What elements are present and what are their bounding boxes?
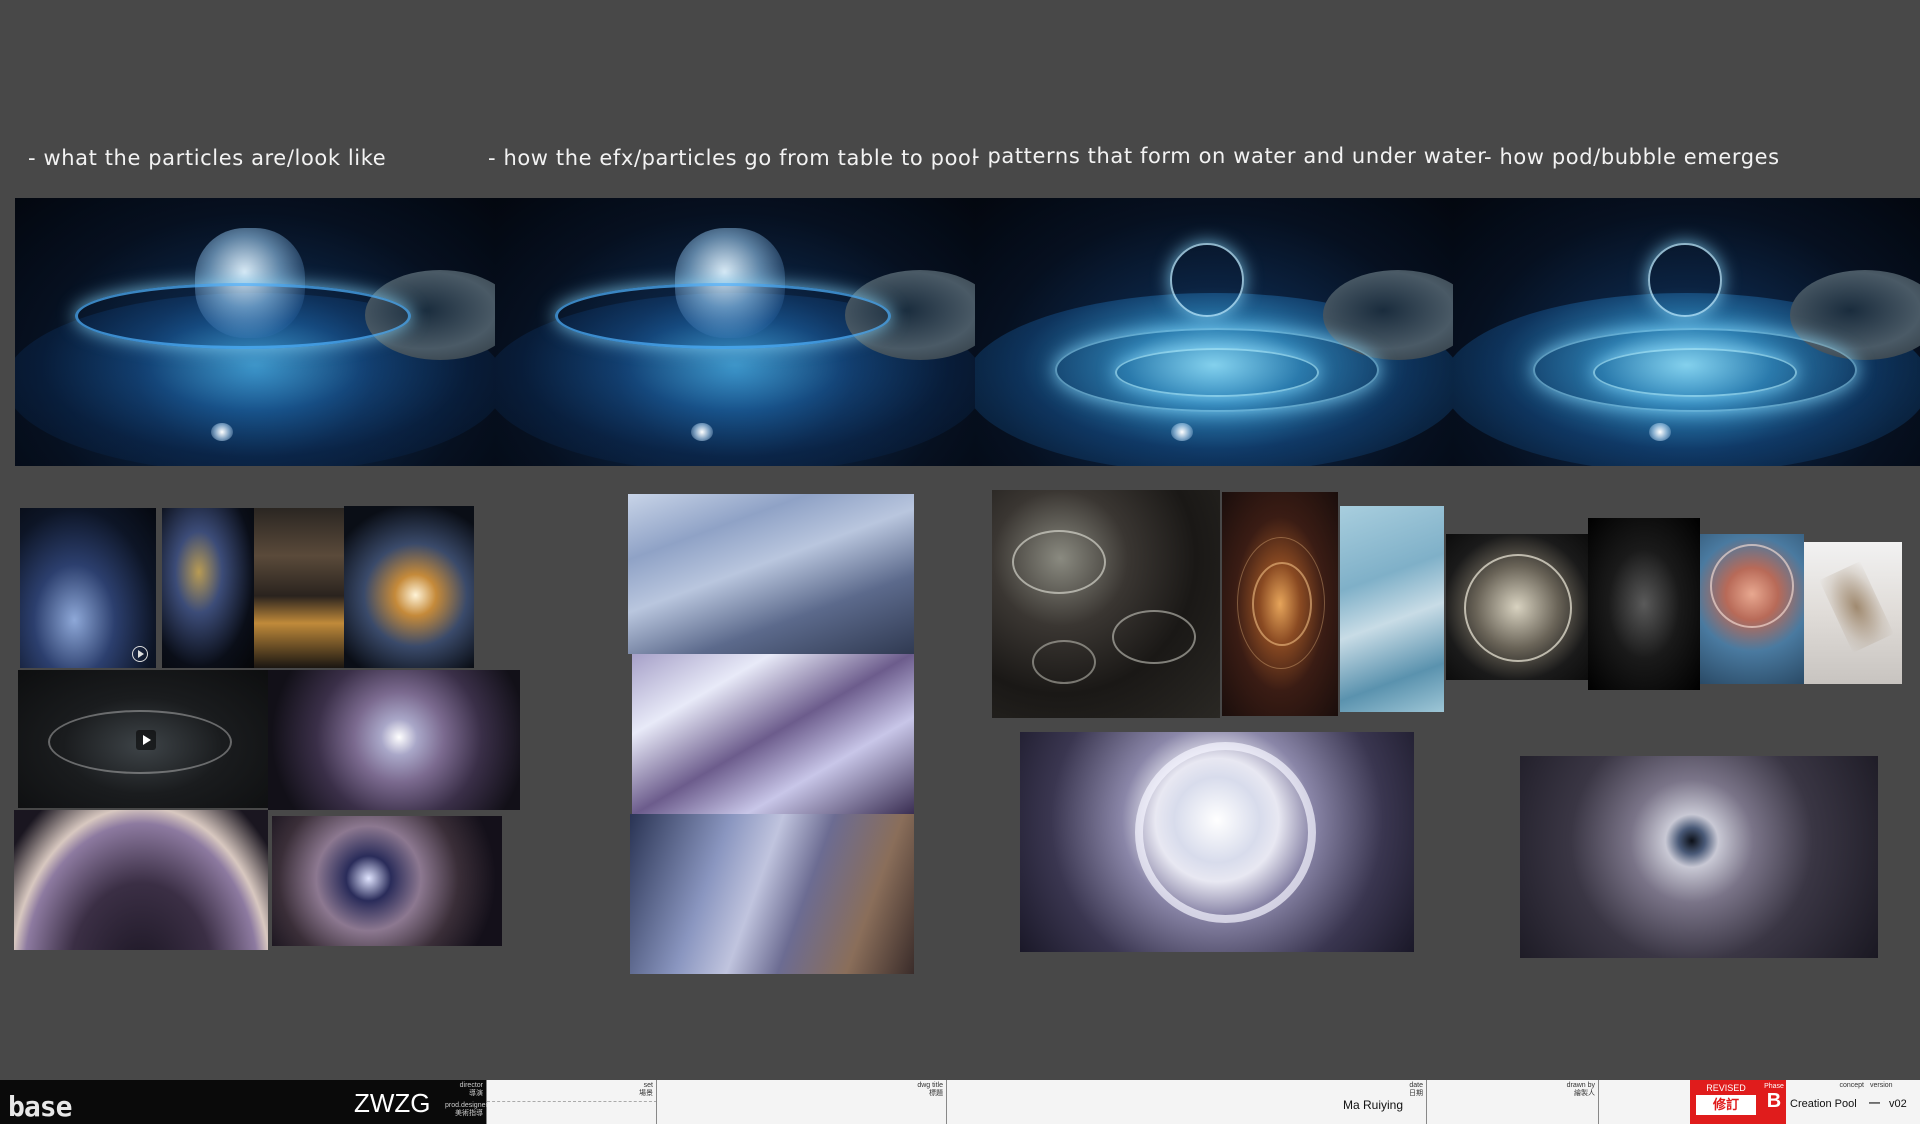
- version-label: version: [1870, 1082, 1893, 1089]
- set-label: set: [643, 1082, 653, 1089]
- reference-image-gold-particles: [162, 508, 254, 668]
- dwg-title-label: dwg title: [917, 1082, 943, 1089]
- reference-image-dark-sphere-burst: [1520, 756, 1878, 958]
- concept-cell: concept version Creation Pool — v02: [1786, 1080, 1920, 1124]
- phase-badge: Phase B: [1762, 1080, 1786, 1124]
- heading-pod-emerges: - how pod/bubble emerges: [1484, 145, 1780, 169]
- title-block: base ZWZG director 導演 prod.designer 美術指導…: [0, 1080, 1920, 1124]
- drawn-by-cell: drawn by 繪製人: [1567, 1080, 1691, 1124]
- reference-image-particle-dome: [14, 810, 268, 950]
- reference-image-amber-vortex: [1222, 492, 1338, 716]
- concept-value: Creation Pool: [1790, 1098, 1857, 1110]
- prod-designer-label: prod.designer: [445, 1102, 488, 1109]
- render-panel-table-to-pool: [495, 198, 975, 466]
- reference-image-vortex-eye: [1020, 732, 1414, 952]
- reference-image-dancer: [1804, 542, 1902, 684]
- reference-image-spiral-figure: [1588, 518, 1700, 690]
- reference-image-liquid-clouds: [630, 814, 914, 974]
- revised-stamp: REVISED 修訂: [1690, 1080, 1762, 1124]
- reference-image-dark-flower: [272, 816, 502, 946]
- phase-value: B: [1766, 1090, 1782, 1112]
- reference-image-glass-sphere: [1446, 534, 1588, 680]
- heading-particles: - what the particles are/look like: [28, 146, 387, 170]
- revised-cn: 修訂: [1696, 1095, 1756, 1115]
- reference-image-teal-flow: [1340, 506, 1444, 712]
- render-panel-pod-emerges: [1453, 198, 1920, 466]
- drawn-by-label-cn: 繪製人: [1574, 1090, 1595, 1097]
- reference-image-light-burst: [344, 506, 474, 668]
- drawn-by-label: drawn by: [1566, 1082, 1595, 1089]
- set-label-cn: 場景: [639, 1090, 653, 1097]
- date-label: date: [1409, 1082, 1423, 1089]
- phase-label: Phase: [1764, 1083, 1784, 1090]
- reference-image-swirl-lines: [992, 490, 1220, 718]
- date-label-cn: 日期: [1409, 1090, 1423, 1097]
- reference-image-particle-trail: [20, 508, 156, 668]
- revised-label: REVISED: [1706, 1083, 1746, 1093]
- play-icon[interactable]: [136, 730, 156, 750]
- concept-label: concept: [1839, 1082, 1864, 1089]
- reference-image-burst-flower: [268, 670, 520, 810]
- designer-name: Ma Ruiying: [1343, 1098, 1404, 1112]
- reference-image-ice-tendrils: [632, 654, 914, 814]
- title-block-brand-area: base ZWZG: [0, 1080, 486, 1124]
- director-label-cn: 導演: [469, 1090, 483, 1097]
- heading-table-to-pool: - how the efx/particles go from table to…: [488, 146, 978, 170]
- studio-logo: base: [8, 1090, 72, 1123]
- play-icon[interactable]: [132, 646, 148, 662]
- separator: —: [1869, 1097, 1880, 1109]
- render-panel-particles: [15, 198, 495, 466]
- director-cell: director 導演 prod.designer 美術指導: [445, 1080, 657, 1124]
- reference-image-figure-in-rings: [1700, 534, 1804, 684]
- set-cell: set 場景: [639, 1080, 947, 1124]
- render-panel-water-patterns: [975, 198, 1453, 466]
- heading-water-patterns: - patterns that form on water and under …: [972, 144, 1487, 168]
- reference-image-water-embers: [254, 508, 344, 668]
- director-label: director: [459, 1082, 483, 1089]
- reference-image-frost-ripples: [628, 494, 914, 654]
- prod-designer-label-cn: 美術指導: [455, 1110, 483, 1117]
- reference-image-ring-splash: [18, 670, 268, 808]
- version-value: v02: [1889, 1098, 1907, 1110]
- dwg-title-label-cn: 標題: [929, 1090, 943, 1097]
- project-code: ZWZG: [354, 1088, 431, 1118]
